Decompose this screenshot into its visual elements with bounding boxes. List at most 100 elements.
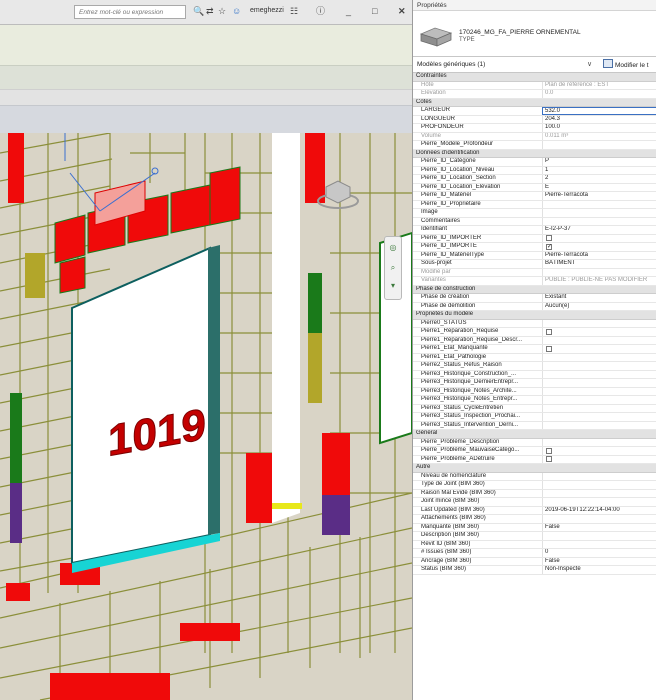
property-row: Pierre_ID_IMPORTÉ ✓ bbox=[413, 243, 656, 252]
property-checkbox-cell[interactable] bbox=[542, 328, 656, 336]
property-value[interactable]: Pierre-Terracota bbox=[542, 251, 656, 259]
property-value[interactable] bbox=[542, 489, 656, 497]
property-group-header[interactable]: Cotes bbox=[413, 98, 656, 107]
property-value[interactable]: 1 bbox=[542, 166, 656, 174]
property-value[interactable] bbox=[542, 336, 656, 344]
property-value[interactable] bbox=[542, 387, 656, 395]
property-value[interactable] bbox=[542, 200, 656, 208]
property-value[interactable] bbox=[542, 481, 656, 489]
minimize-icon[interactable]: _ bbox=[346, 6, 351, 16]
property-value[interactable] bbox=[542, 515, 656, 523]
property-value[interactable]: Aucun(e) bbox=[542, 302, 656, 310]
view-cube[interactable] bbox=[316, 177, 360, 213]
ribbon-panel bbox=[0, 25, 412, 65]
checkbox[interactable] bbox=[546, 328, 552, 335]
property-value[interactable] bbox=[542, 532, 656, 540]
nav-menu-icon[interactable]: ▾ bbox=[388, 281, 398, 291]
property-value[interactable]: False bbox=[542, 557, 656, 565]
property-checkbox-cell[interactable]: ✓ bbox=[542, 243, 656, 251]
property-value[interactable] bbox=[542, 379, 656, 387]
property-value[interactable]: E bbox=[542, 183, 656, 191]
property-label: Pierre_Problème_Description bbox=[421, 438, 500, 445]
property-row: Pierre_ID_Catégorie P bbox=[413, 158, 656, 167]
property-value[interactable]: BÂTIMENT bbox=[542, 260, 656, 268]
property-value[interactable] bbox=[542, 421, 656, 429]
group-label: Autre bbox=[416, 464, 431, 470]
property-label: Pierre3_Status_CycleEntretien bbox=[421, 404, 504, 411]
property-value[interactable]: 2019-06-19T12:22:14-04:00 bbox=[542, 506, 656, 514]
search-box[interactable] bbox=[74, 5, 186, 19]
property-value[interactable] bbox=[542, 498, 656, 506]
property-value[interactable] bbox=[542, 217, 656, 225]
property-checkbox-cell[interactable] bbox=[542, 455, 656, 463]
property-label: Pierre_ID_Location_Élévation bbox=[421, 183, 501, 190]
property-group-header[interactable]: Données d'identification bbox=[413, 149, 656, 158]
property-value[interactable] bbox=[542, 353, 656, 361]
type-selector[interactable]: 170246_MG_FA_PIERRE ORNEMENTAL TYPE bbox=[413, 12, 656, 57]
property-checkbox-cell[interactable] bbox=[542, 447, 656, 455]
restore-icon[interactable]: □ bbox=[372, 6, 377, 16]
3d-model-view[interactable]: 1019 bbox=[0, 133, 412, 700]
property-group-header[interactable]: Propriétés du modèle bbox=[413, 311, 656, 320]
property-row: Image bbox=[413, 209, 656, 218]
property-group-header[interactable]: Phase de construction bbox=[413, 285, 656, 294]
property-group-header[interactable]: Autre bbox=[413, 464, 656, 473]
property-value[interactable]: Pierre-Terracota bbox=[542, 192, 656, 200]
property-row: Pierre3_Historique_Notes_Archite... bbox=[413, 387, 656, 396]
property-row: LARGEUR 532.0 bbox=[413, 107, 656, 116]
property-label: Description (BIM 360) bbox=[421, 532, 480, 538]
edit-type-button[interactable]: Modifier le t bbox=[603, 59, 649, 70]
property-value[interactable] bbox=[542, 396, 656, 404]
property-value[interactable]: 0 bbox=[542, 549, 656, 557]
exchange-icon[interactable]: ⇄ bbox=[206, 6, 214, 16]
search-input[interactable] bbox=[75, 6, 185, 18]
steering-wheel-icon[interactable]: ◎ bbox=[388, 243, 398, 253]
property-value[interactable]: E-I2-P-37 bbox=[542, 226, 656, 234]
property-value[interactable]: Non-Inspecté bbox=[542, 566, 656, 574]
checkbox[interactable] bbox=[546, 447, 552, 454]
checkbox[interactable] bbox=[546, 345, 552, 352]
property-value[interactable]: 204.3 bbox=[542, 115, 656, 123]
property-value[interactable]: P bbox=[542, 158, 656, 166]
property-value[interactable] bbox=[542, 209, 656, 217]
property-value[interactable] bbox=[542, 413, 656, 421]
view-cube-face[interactable] bbox=[325, 180, 351, 204]
checkbox-checked[interactable]: ✓ bbox=[546, 243, 552, 250]
instance-filter-dropdown[interactable]: Modèles génériques (1) bbox=[417, 60, 603, 70]
checkbox[interactable] bbox=[546, 456, 552, 462]
property-value[interactable] bbox=[542, 370, 656, 378]
close-icon[interactable]: ✕ bbox=[398, 6, 406, 16]
navigation-bar: ◎ ⌕ ▾ bbox=[384, 236, 402, 300]
user-name[interactable]: emeghezzi bbox=[250, 7, 284, 14]
chevron-down-icon[interactable]: ∨ bbox=[587, 60, 592, 70]
property-value[interactable]: False bbox=[542, 523, 656, 531]
property-value[interactable] bbox=[542, 319, 656, 327]
property-value[interactable] bbox=[542, 141, 656, 149]
property-value[interactable] bbox=[542, 404, 656, 412]
cart-icon[interactable]: ☷ bbox=[290, 6, 298, 16]
property-checkbox-cell[interactable] bbox=[542, 345, 656, 353]
property-group-header[interactable]: Contraintes bbox=[413, 73, 656, 82]
property-value[interactable]: 532.0 bbox=[542, 107, 656, 115]
property-row: Description (BIM 360) bbox=[413, 532, 656, 541]
property-checkbox-cell[interactable] bbox=[542, 234, 656, 242]
viewport-area: 🔍 ⇄ ☆ ☺ emeghezzi ☷ ⓘ _ □ ✕ bbox=[0, 0, 412, 700]
property-value[interactable] bbox=[542, 472, 656, 480]
property-value[interactable]: Existant bbox=[542, 294, 656, 302]
type-label: TYPE bbox=[459, 37, 475, 43]
property-value[interactable] bbox=[542, 438, 656, 446]
property-value[interactable]: 100.0 bbox=[542, 124, 656, 132]
checkbox[interactable] bbox=[546, 235, 552, 241]
help-icon[interactable]: ⓘ bbox=[316, 6, 325, 16]
property-group-header[interactable]: Général bbox=[413, 430, 656, 439]
star-icon[interactable]: ☆ bbox=[218, 6, 226, 16]
zoom-icon[interactable]: ⌕ bbox=[388, 263, 398, 273]
group-label: Cotes bbox=[416, 98, 432, 105]
user-icon[interactable]: ☺ bbox=[232, 6, 241, 16]
property-value[interactable] bbox=[542, 540, 656, 548]
instance-selector-bar: Modèles génériques (1) ∨ Modifier le t bbox=[413, 58, 656, 73]
property-value[interactable] bbox=[542, 362, 656, 370]
property-label: Identifiant bbox=[421, 226, 448, 232]
property-value[interactable]: 2 bbox=[542, 175, 656, 183]
binoculars-icon[interactable]: 🔍 bbox=[193, 6, 204, 16]
